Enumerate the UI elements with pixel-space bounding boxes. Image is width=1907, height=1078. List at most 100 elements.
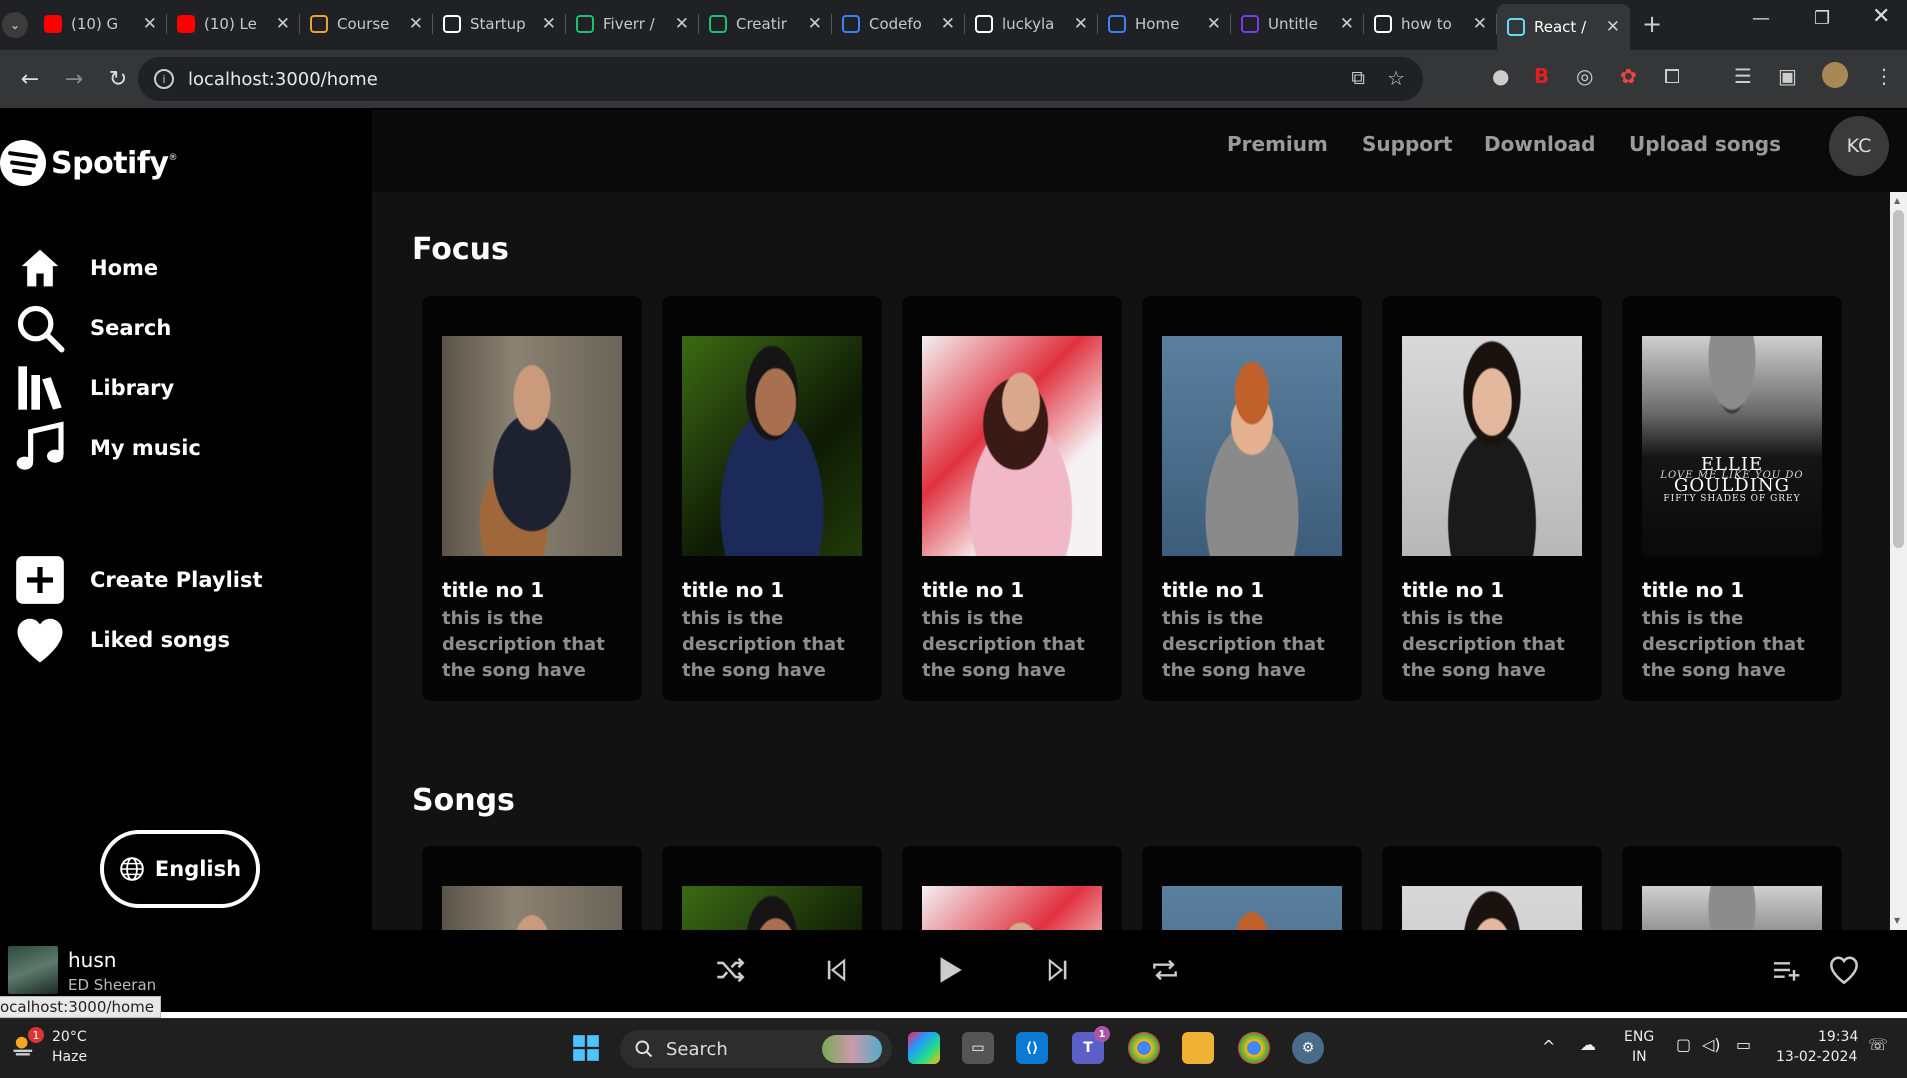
shuffle-button[interactable] — [710, 950, 750, 990]
bookmark-star-icon[interactable]: ☆ — [1387, 66, 1405, 90]
reading-list-icon[interactable]: ☰ — [1734, 64, 1752, 88]
browser-tab[interactable]: React / ✕ — [1497, 4, 1630, 50]
copilot-icon[interactable] — [908, 1032, 940, 1064]
close-tab-icon[interactable]: ✕ — [143, 14, 157, 34]
spotify-logo[interactable]: Spotify ® — [0, 140, 177, 186]
next-button[interactable] — [1038, 950, 1078, 990]
vscode-icon[interactable]: ⟨⟩ — [1016, 1032, 1048, 1064]
music-card[interactable] — [902, 846, 1122, 936]
artist-photo[interactable] — [922, 336, 1102, 556]
clock-date[interactable]: 13-02-2024 — [1776, 1049, 1857, 1065]
extension-color-icon[interactable]: ✿ — [1620, 64, 1637, 88]
browser-tab[interactable]: luckyla ✕ — [965, 4, 1098, 44]
close-tab-icon[interactable]: ✕ — [808, 14, 822, 34]
download-link[interactable]: Download — [1484, 132, 1595, 156]
task-view-icon[interactable]: ▭ — [962, 1032, 994, 1064]
close-tab-icon[interactable]: ✕ — [542, 14, 556, 34]
artist-photo[interactable] — [682, 336, 862, 556]
music-card[interactable]: title no 1 this is the description that t… — [1142, 296, 1362, 701]
music-card[interactable] — [1142, 846, 1362, 936]
music-card[interactable] — [1382, 846, 1602, 936]
close-tab-icon[interactable]: ✕ — [675, 14, 689, 34]
chrome-icon[interactable] — [1128, 1032, 1160, 1064]
user-avatar[interactable]: KC — [1829, 116, 1889, 176]
weather-condition[interactable]: Haze — [52, 1049, 87, 1065]
artist-photo[interactable] — [922, 886, 1102, 936]
start-button[interactable] — [570, 1032, 602, 1064]
language-button[interactable]: English — [100, 830, 260, 908]
forward-button[interactable]: → — [60, 67, 88, 92]
nav-my-music[interactable]: My music — [8, 416, 201, 480]
browser-tab[interactable]: Course ✕ — [300, 4, 433, 44]
music-card[interactable] — [662, 846, 882, 936]
close-tab-icon[interactable]: ✕ — [1606, 17, 1620, 37]
previous-button[interactable] — [816, 950, 856, 990]
artist-photo[interactable] — [1162, 336, 1342, 556]
close-tab-icon[interactable]: ✕ — [276, 14, 290, 34]
create-playlist-button[interactable]: Create Playlist — [8, 548, 263, 612]
omnibox[interactable]: i localhost:3000/home ⧉ ☆ — [138, 57, 1423, 101]
browser-tab[interactable]: Codefo ✕ — [832, 4, 965, 44]
artist-photo[interactable] — [1402, 886, 1582, 936]
minimize-button[interactable]: — — [1752, 8, 1770, 29]
extension-target-icon[interactable]: ◎ — [1576, 64, 1593, 88]
premium-link[interactable]: Premium — [1227, 132, 1328, 156]
repeat-button[interactable] — [1145, 950, 1185, 990]
album-cover-art[interactable]: ELLIE GOULDINGLOVE ME LIKE YOU DOFIFTY S… — [1642, 336, 1822, 556]
site-info-icon[interactable]: i — [154, 69, 174, 89]
volume-icon[interactable]: ◁) — [1702, 1035, 1721, 1054]
music-card[interactable]: title no 1 this is the description that t… — [662, 296, 882, 701]
tab-search-button[interactable]: ⌄ — [2, 12, 28, 38]
queue-button[interactable] — [1766, 950, 1806, 990]
nav-library[interactable]: Library — [8, 356, 174, 420]
weather-temp[interactable]: 20°C — [52, 1029, 87, 1045]
teams-icon[interactable]: T 1 — [1072, 1026, 1110, 1064]
battery-icon[interactable]: ▭ — [1736, 1035, 1751, 1054]
liked-songs-button[interactable]: Liked songs — [8, 608, 230, 672]
artist-photo[interactable] — [442, 886, 622, 936]
music-card[interactable]: title no 1 this is the description that t… — [1382, 296, 1602, 701]
browser-tab[interactable]: how to ✕ — [1364, 4, 1497, 44]
extensions-puzzle-icon[interactable]: ⧠ — [1664, 64, 1680, 88]
like-button[interactable] — [1824, 950, 1864, 990]
artist-photo[interactable] — [442, 336, 622, 556]
scrollbar-thumb[interactable] — [1893, 210, 1904, 548]
main-scrollbar[interactable]: ▲ ▼ — [1890, 192, 1907, 930]
music-card[interactable]: ELLIE GOULDINGLOVE ME LIKE YOU DOFIFTY S… — [1622, 846, 1842, 936]
install-app-icon[interactable]: ⧉ — [1351, 67, 1365, 89]
settings-icon[interactable]: ⚙ — [1292, 1032, 1324, 1064]
browser-tab[interactable]: Home ✕ — [1098, 4, 1231, 44]
close-tab-icon[interactable]: ✕ — [1473, 14, 1487, 34]
taskbar-search[interactable]: Search — [620, 1030, 892, 1068]
close-tab-icon[interactable]: ✕ — [1207, 14, 1221, 34]
browser-tab[interactable]: Fiverr / ✕ — [566, 4, 699, 44]
play-button[interactable] — [929, 950, 969, 990]
nav-search[interactable]: Search — [8, 296, 171, 360]
now-playing-title[interactable]: husn — [68, 948, 116, 972]
scroll-up-arrow[interactable]: ▲ — [1894, 196, 1900, 205]
url-text[interactable]: localhost:3000/home — [188, 69, 378, 90]
now-playing-artist[interactable]: ED Sheeran — [68, 976, 156, 994]
close-window-button[interactable]: ✕ — [1872, 4, 1890, 29]
weather-icon[interactable]: 1 — [10, 1027, 44, 1059]
browser-tab[interactable]: (10) G ✕ — [34, 4, 167, 44]
language-line2[interactable]: IN — [1632, 1049, 1647, 1065]
music-card[interactable]: title no 1 this is the description that t… — [902, 296, 1122, 701]
browser-menu-icon[interactable]: ⋮ — [1874, 64, 1894, 88]
scroll-down-arrow[interactable]: ▼ — [1894, 916, 1900, 925]
network-icon[interactable]: ▢ — [1676, 1035, 1691, 1054]
back-button[interactable]: ← — [16, 67, 44, 92]
now-playing-artwork[interactable] — [8, 946, 58, 994]
artist-photo[interactable] — [1402, 336, 1582, 556]
tray-overflow-icon[interactable]: ^ — [1542, 1037, 1555, 1056]
browser-tab[interactable]: Untitle ✕ — [1231, 4, 1364, 44]
side-panel-icon[interactable]: ▣ — [1778, 64, 1797, 88]
close-tab-icon[interactable]: ✕ — [1074, 14, 1088, 34]
browser-tab[interactable]: (10) Le ✕ — [167, 4, 300, 44]
language-line1[interactable]: ENG — [1624, 1029, 1654, 1045]
browser-tab[interactable]: Creatir ✕ — [699, 4, 832, 44]
extension-mic-icon[interactable]: ● — [1492, 64, 1509, 88]
artist-photo[interactable] — [682, 886, 862, 936]
close-tab-icon[interactable]: ✕ — [1340, 14, 1354, 34]
extension-b-icon[interactable]: B — [1534, 64, 1549, 88]
